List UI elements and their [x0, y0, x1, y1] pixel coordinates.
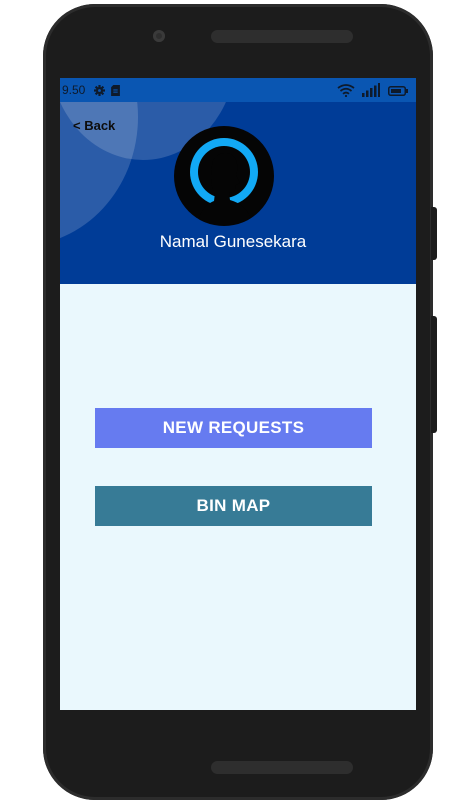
signal-icon — [362, 83, 380, 97]
new-requests-button[interactable]: NEW REQUESTS — [95, 408, 372, 448]
bottom-speaker — [211, 761, 353, 774]
front-camera — [153, 30, 165, 42]
user-name: Namal Gunesekara — [159, 232, 307, 251]
power-button — [431, 207, 437, 260]
profile-header: < Back Namal Gunesekara — [60, 78, 416, 284]
wifi-icon — [337, 84, 355, 97]
status-bar: 9.50 — [60, 78, 416, 102]
status-time: 9.50 — [62, 83, 86, 97]
person-silhouette-icon — [190, 138, 258, 222]
gear-icon — [94, 85, 105, 96]
back-button[interactable]: < Back — [73, 118, 115, 133]
earpiece-speaker — [211, 30, 353, 43]
sd-card-icon — [111, 85, 120, 96]
bin-map-button[interactable]: BIN MAP — [95, 486, 372, 526]
battery-icon — [388, 86, 408, 96]
volume-button — [431, 316, 437, 433]
avatar — [174, 126, 274, 226]
app-screen: < Back Namal Gunesekara 9.50 NEW REQUEST… — [60, 78, 416, 710]
